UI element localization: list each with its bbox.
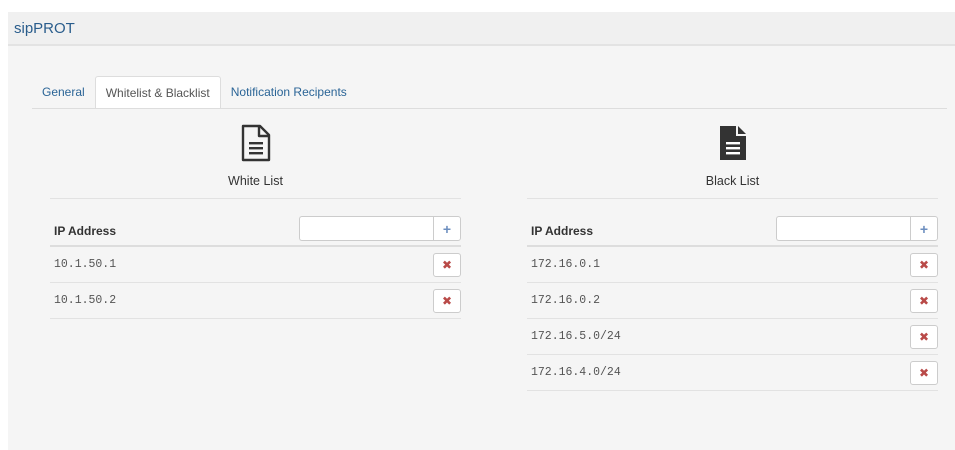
table-row: 10.1.50.2 ✖	[50, 283, 461, 319]
delete-button[interactable]: ✖	[910, 324, 938, 349]
black-list-table-header: IP Address +	[527, 216, 938, 247]
delete-button[interactable]: ✖	[910, 252, 938, 277]
delete-button[interactable]: ✖	[910, 360, 938, 385]
close-icon: ✖	[918, 329, 930, 344]
delete-button[interactable]: ✖	[433, 252, 461, 277]
ip-address: 172.16.4.0/24	[531, 366, 621, 379]
ip-address: 172.16.5.0/24	[531, 330, 621, 343]
black-list-section: Black List IP Address + 172.16.0.1 ✖ 172…	[527, 124, 938, 391]
table-row: 172.16.5.0/24 ✖	[527, 319, 938, 355]
close-icon: ✖	[441, 293, 453, 308]
tab-notification-recipients[interactable]: Notification Recipents	[221, 76, 357, 108]
white-list-table-header: IP Address +	[50, 216, 461, 247]
white-list-ip-input[interactable]	[299, 216, 433, 241]
delete-button[interactable]: ✖	[910, 288, 938, 313]
table-row: 172.16.0.2 ✖	[527, 283, 938, 319]
close-icon: ✖	[918, 293, 930, 308]
plus-icon: +	[442, 220, 452, 237]
white-list-section: White List IP Address + 10.1.50.1 ✖ 10.1…	[50, 124, 461, 319]
ip-address: 172.16.0.1	[531, 258, 601, 271]
ip-address: 172.16.0.2	[531, 294, 601, 307]
black-list-heading: Black List	[527, 174, 938, 199]
white-list-add-button[interactable]: +	[433, 216, 461, 241]
panel-header: sipPROT	[8, 12, 955, 46]
ip-address: 10.1.50.2	[54, 294, 117, 307]
tab-divider	[32, 108, 947, 109]
white-list-add-group: +	[299, 216, 461, 241]
document-filled-icon	[719, 126, 746, 160]
plus-icon: +	[919, 220, 929, 237]
white-list-ip-column-header: IP Address	[54, 224, 117, 238]
tab-bar: General Whitelist & Blacklist Notificati…	[32, 76, 357, 109]
main-panel: sipPROT General Whitelist & Blacklist No…	[8, 12, 955, 450]
table-row: 172.16.4.0/24 ✖	[527, 355, 938, 391]
close-icon: ✖	[918, 257, 930, 272]
app-title: sipPROT	[14, 19, 75, 37]
ip-address: 10.1.50.1	[54, 258, 117, 271]
close-icon: ✖	[918, 365, 930, 380]
close-icon: ✖	[441, 257, 453, 272]
white-list-heading: White List	[50, 174, 461, 199]
delete-button[interactable]: ✖	[433, 288, 461, 313]
document-outline-icon	[241, 124, 270, 162]
black-list-add-group: +	[776, 216, 938, 241]
tab-whitelist-blacklist[interactable]: Whitelist & Blacklist	[94, 76, 221, 109]
black-list-ip-column-header: IP Address	[531, 224, 594, 238]
black-list-ip-input[interactable]	[776, 216, 910, 241]
table-row: 172.16.0.1 ✖	[527, 247, 938, 283]
tab-general[interactable]: General	[32, 76, 95, 108]
table-row: 10.1.50.1 ✖	[50, 247, 461, 283]
black-list-add-button[interactable]: +	[910, 216, 938, 241]
